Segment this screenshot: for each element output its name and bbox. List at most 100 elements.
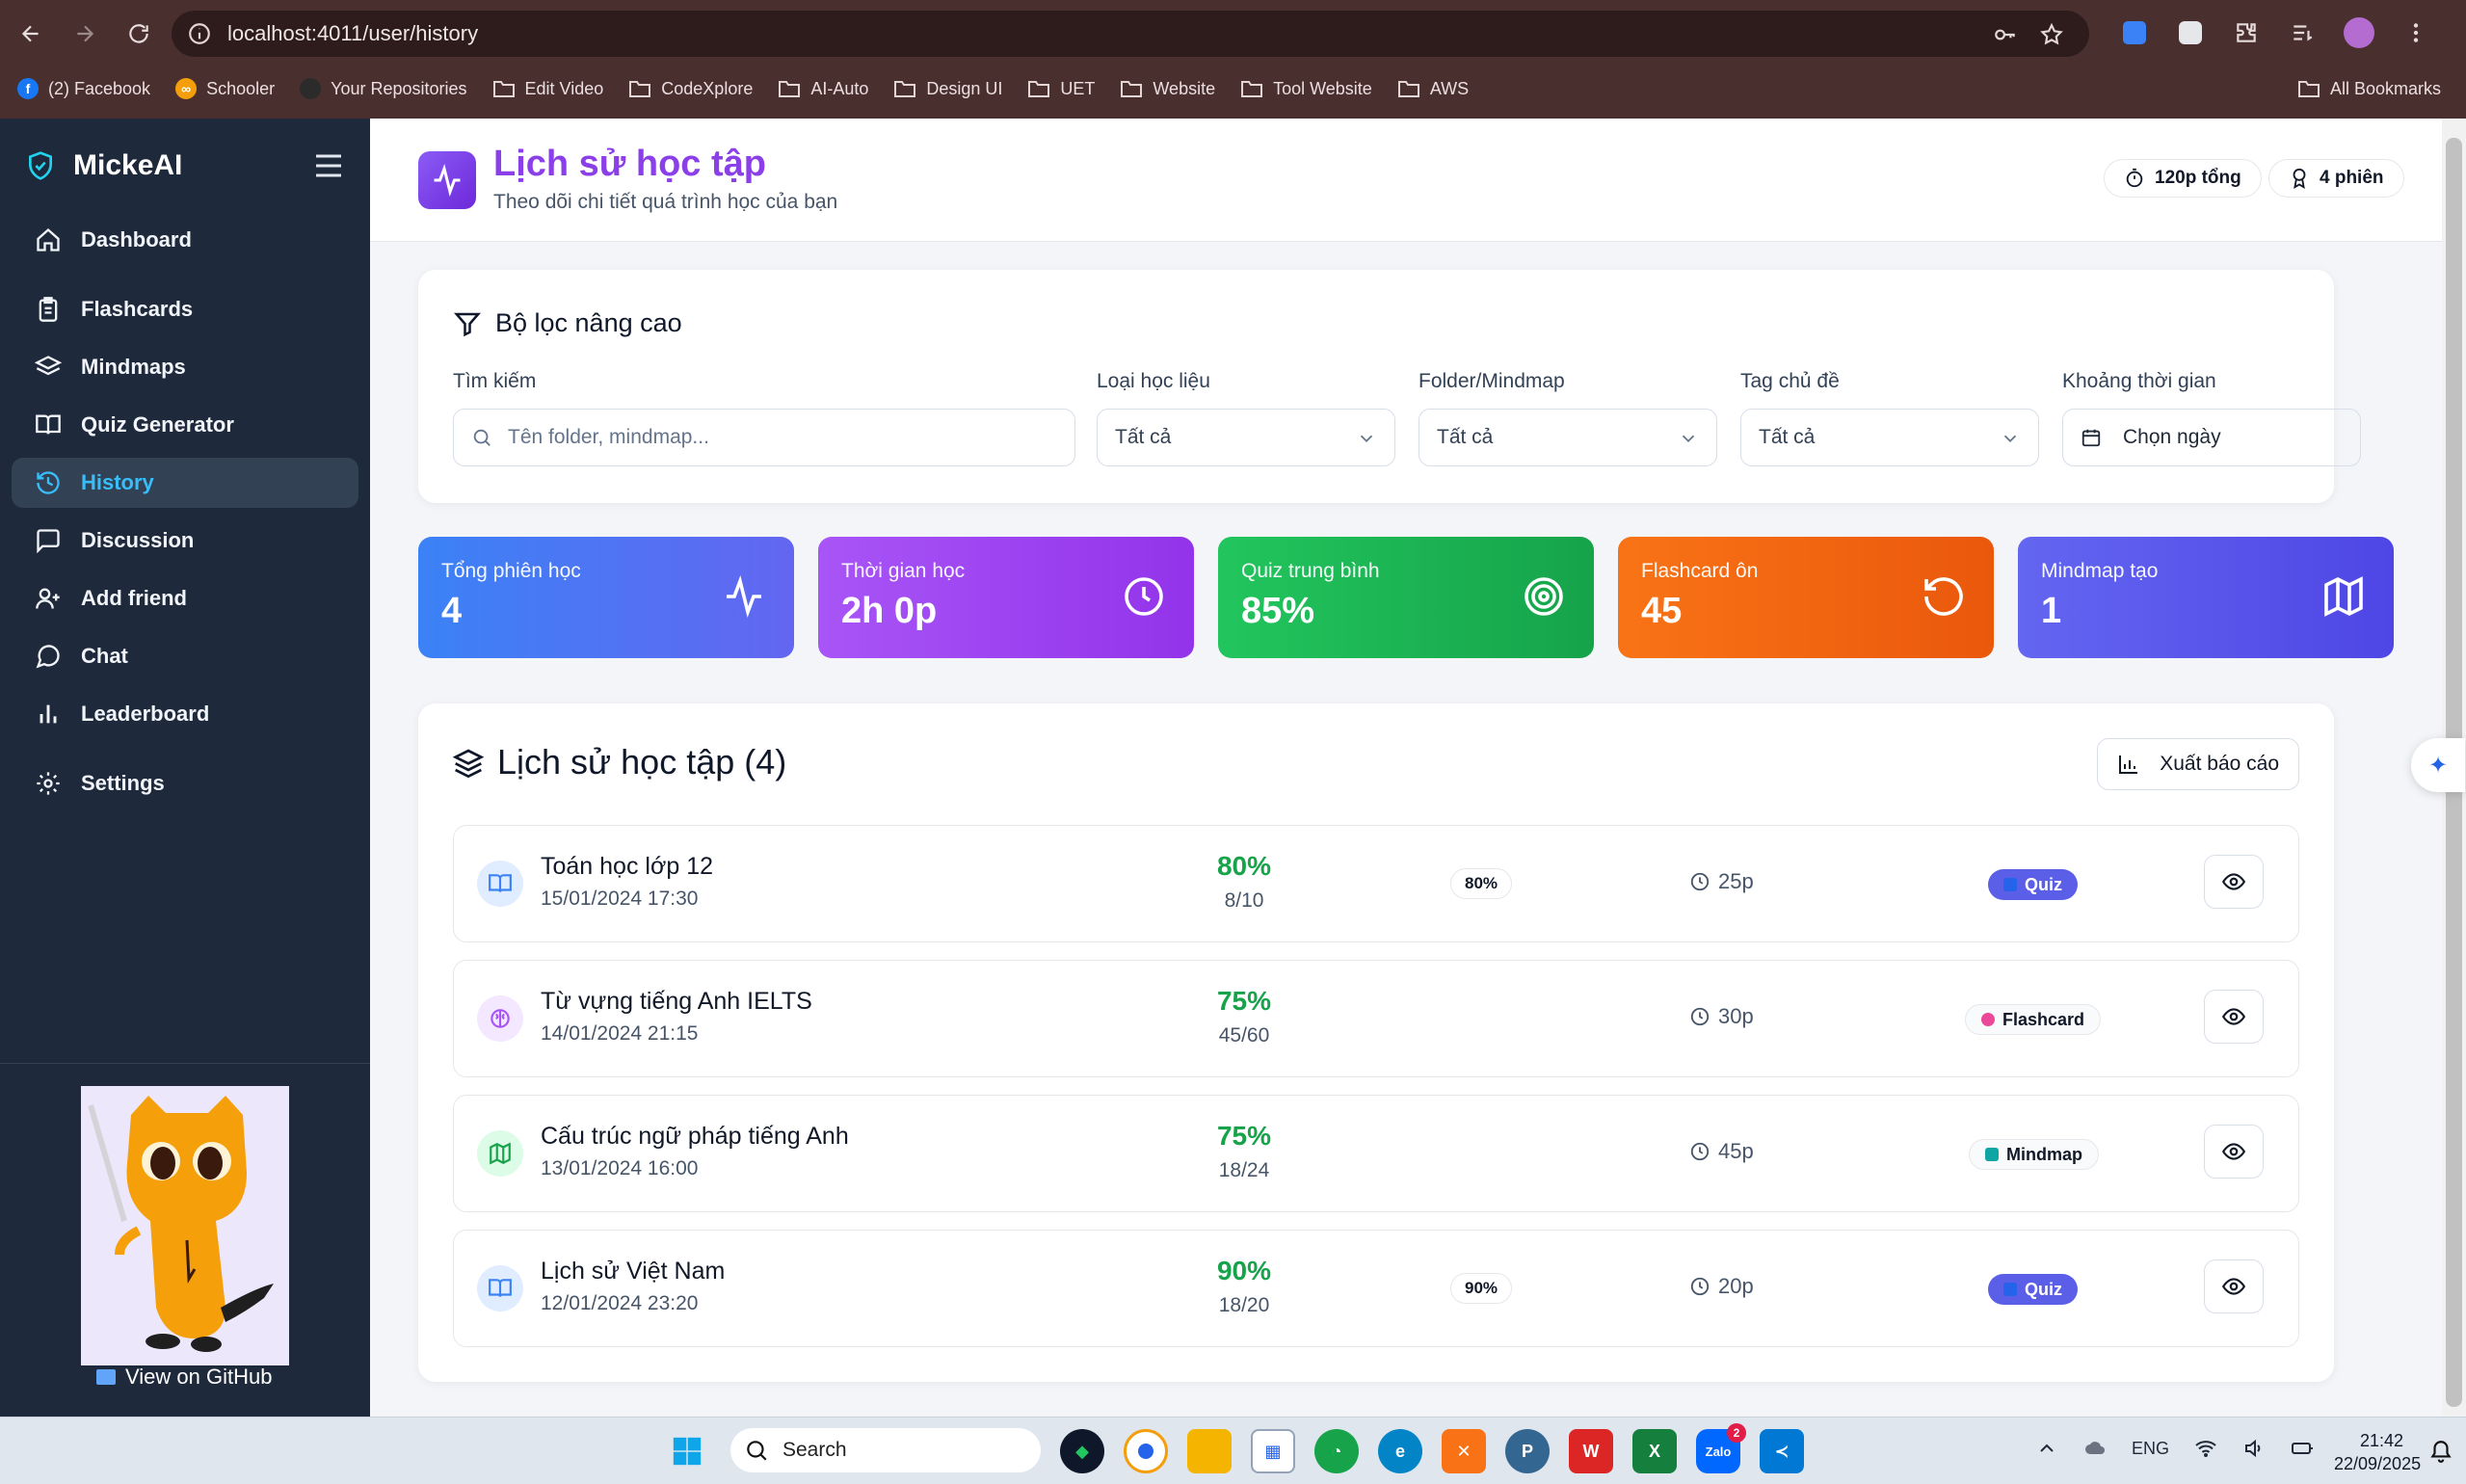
taskbar-app-file-explorer[interactable]: [1187, 1429, 1232, 1473]
bookmark-edit-video[interactable]: Edit Video: [492, 78, 603, 99]
type-select[interactable]: Tất cả: [1097, 409, 1395, 466]
page-subtitle: Theo dõi chi tiết quá trình học của bạn: [493, 191, 838, 213]
bookmark-ai-auto[interactable]: AI-Auto: [778, 78, 868, 99]
taskbar-app-postgres[interactable]: P: [1505, 1429, 1550, 1473]
row-type-tag: Flashcard: [1965, 1004, 2102, 1035]
taskbar-app-wps[interactable]: W: [1569, 1429, 1613, 1473]
back-button[interactable]: [8, 11, 54, 57]
history-icon: [37, 471, 60, 494]
password-key-icon[interactable]: [1993, 22, 2018, 47]
sidebar-item-quiz-generator[interactable]: Quiz Generator: [12, 400, 358, 450]
taskbar-app-xampp[interactable]: ✕: [1442, 1429, 1486, 1473]
taskbar-app-mongodb[interactable]: ◆: [1060, 1429, 1104, 1473]
search-icon: [473, 429, 491, 446]
extension-drop-icon[interactable]: [2120, 18, 2149, 47]
folder-icon: [1028, 81, 1050, 97]
extension-incognito-icon[interactable]: [2176, 18, 2205, 47]
bookmark-uet[interactable]: UET: [1027, 78, 1095, 99]
folder-icon: [629, 81, 651, 97]
sidebar-item-history[interactable]: History: [12, 458, 358, 508]
ai-assistant-button[interactable]: ✦: [2411, 738, 2465, 792]
view-details-button[interactable]: [2204, 1125, 2264, 1179]
notifications-bell-icon[interactable]: [2428, 1439, 2453, 1464]
volume-icon[interactable]: [2242, 1437, 2266, 1460]
view-details-button[interactable]: [2204, 990, 2264, 1044]
battery-icon[interactable]: [2291, 1437, 2314, 1460]
sidebar-item-flashcards[interactable]: Flashcards: [12, 284, 358, 334]
address-bar[interactable]: localhost:4011/user/history: [172, 11, 2089, 57]
bookmark-codexplore[interactable]: CodeXplore: [628, 78, 753, 99]
profile-avatar[interactable]: [2344, 17, 2374, 48]
row-type-tag: Quiz: [1988, 869, 2078, 900]
taskbar-app-vscode[interactable]: ≺: [1760, 1429, 1804, 1473]
bookmark-schooler[interactable]: ∞ Schooler: [175, 78, 275, 99]
book-icon: [2003, 878, 2017, 891]
sidebar-item-settings[interactable]: Settings: [12, 758, 358, 808]
sidebar-item-add-friend[interactable]: Add friend: [12, 573, 358, 623]
taskbar-app-zalo[interactable]: Zalo 2: [1696, 1423, 1746, 1473]
clock[interactable]: 21:42 22/09/2025: [2334, 1429, 2421, 1475]
sidebar-item-chat[interactable]: Chat: [12, 631, 358, 681]
cloud-icon[interactable]: [2083, 1437, 2107, 1460]
folder-select[interactable]: Tất cả: [1419, 409, 1717, 466]
brand-name: MickeAI: [73, 149, 183, 181]
site-info-icon[interactable]: [187, 21, 212, 46]
taskbar-app-chrome[interactable]: [1124, 1429, 1168, 1473]
cat-mascot-illustration: [88, 1096, 274, 1352]
reading-list-icon[interactable]: [2288, 18, 2317, 47]
row-date: 12/01/2024 23:20: [541, 1292, 699, 1314]
forward-button[interactable]: [62, 11, 108, 57]
extensions-puzzle-icon[interactable]: [2232, 18, 2261, 47]
row-date: 14/01/2024 21:15: [541, 1022, 699, 1045]
menu-toggle-icon[interactable]: [314, 153, 343, 178]
sidebar-item-leaderboard[interactable]: Leaderboard: [12, 689, 358, 739]
taskbar-search[interactable]: Search: [730, 1428, 1041, 1472]
chrome-menu-icon[interactable]: [2401, 18, 2430, 47]
language-indicator[interactable]: ENG: [2132, 1439, 2169, 1459]
chevron-up-icon[interactable]: [2035, 1437, 2058, 1460]
sidebar-item-dashboard[interactable]: Dashboard: [12, 215, 358, 265]
sidebar-item-mindmaps[interactable]: Mindmaps: [12, 342, 358, 392]
taskbar-app-excel[interactable]: X: [1632, 1429, 1677, 1473]
mascot-image[interactable]: [81, 1086, 289, 1365]
view-details-button[interactable]: [2204, 1259, 2264, 1313]
bookmark-facebook[interactable]: f (2) Facebook: [17, 78, 150, 99]
history-row[interactable]: Lịch sử Việt Nam 12/01/2024 23:20 90% 18…: [453, 1230, 2299, 1347]
book-open-icon: [36, 414, 61, 435]
browser-chrome: localhost:4011/user/history f (2) Faceboo…: [0, 0, 2466, 119]
search-input[interactable]: Tên folder, mindmap...: [453, 409, 1075, 466]
row-type-tag: Quiz: [1988, 1274, 2078, 1305]
bookmark-repositories[interactable]: Your Repositories: [300, 78, 467, 99]
history-row[interactable]: Cấu trúc ngữ pháp tiếng Anh 13/01/2024 1…: [453, 1095, 2299, 1212]
windows-logo-icon: [673, 1437, 702, 1466]
filters-card: Bộ lọc nâng cao Tìm kiếm Tên folder, min…: [418, 270, 2361, 503]
stat-card-quiz-average: Quiz trung bình 85%: [1218, 537, 1594, 658]
reload-button[interactable]: [116, 11, 162, 57]
export-report-button[interactable]: Xuất báo cáo: [2097, 738, 2299, 790]
history-row[interactable]: Từ vựng tiếng Anh IELTS 14/01/2024 21:15…: [453, 960, 2299, 1077]
brand[interactable]: MickeAI: [25, 149, 182, 182]
wifi-icon[interactable]: [2194, 1437, 2217, 1460]
tag-select[interactable]: Tất cả: [1740, 409, 2039, 466]
bookmark-tool-website[interactable]: Tool Website: [1240, 78, 1372, 99]
folder-icon: [1241, 81, 1263, 97]
taskbar-app-store[interactable]: ▦: [1251, 1429, 1295, 1473]
sidebar-item-discussion[interactable]: Discussion: [12, 516, 358, 566]
chrome-icon: [1138, 1444, 1153, 1459]
taskbar-app-browser-green[interactable]: ◔: [1314, 1429, 1359, 1473]
bookmark-website[interactable]: Website: [1120, 78, 1215, 99]
bookmark-star-icon[interactable]: [2039, 22, 2064, 47]
view-details-button[interactable]: [2204, 855, 2264, 909]
all-bookmarks[interactable]: All Bookmarks: [2297, 69, 2441, 108]
row-duration: 45p: [1689, 1139, 1754, 1164]
taskbar-app-edge[interactable]: e: [1378, 1429, 1422, 1473]
date-picker[interactable]: Chọn ngày: [2062, 409, 2361, 466]
bookmark-design-ui[interactable]: Design UI: [893, 78, 1002, 99]
bookmark-aws[interactable]: AWS: [1397, 78, 1469, 99]
github-link[interactable]: View on GitHub: [96, 1365, 272, 1390]
url-text[interactable]: localhost:4011/user/history: [227, 21, 478, 46]
history-row[interactable]: Toán học lớp 12 15/01/2024 17:30 80% 8/1…: [453, 825, 2299, 942]
page-header: Lịch sử học tập Theo dõi chi tiết quá tr…: [370, 119, 2442, 242]
award-icon: [2293, 168, 2306, 189]
start-button[interactable]: [665, 1429, 709, 1473]
